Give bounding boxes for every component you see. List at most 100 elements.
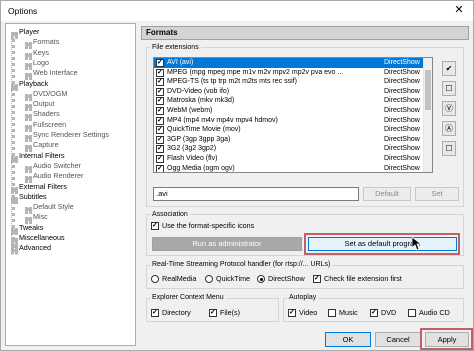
rtsp-directshow-radio[interactable]: DirectShow — [257, 274, 311, 284]
cancel-button[interactable]: Cancel — [375, 332, 421, 347]
autoplay-music-checkbox[interactable]: Music — [328, 308, 366, 318]
run-as-admin-button[interactable]: Run as administrator — [152, 237, 302, 251]
autoplay-audiocd-checkbox[interactable]: Audio CD — [408, 308, 458, 318]
tree-item[interactable]: Default Style — [33, 202, 74, 212]
radio-circle[interactable] — [151, 275, 159, 283]
format-checkbox[interactable] — [156, 116, 164, 125]
list-item[interactable]: MPEG (mpg mpeg mpe m1v m2v mpv2 mp2v pva… — [154, 68, 432, 77]
options-tree: Player Formats Keys Logo Web Interface Playba… — [5, 23, 136, 346]
tree-item[interactable]: Shaders — [33, 109, 60, 119]
tree-item[interactable]: Audio Switcher — [33, 161, 81, 171]
tree-item[interactable]: Logo — [33, 58, 49, 68]
formats-list[interactable]: Ogg Media (ogm ogv)DirectShowFlash Video… — [153, 57, 433, 173]
tree-item[interactable]: Output — [33, 99, 55, 109]
extension-input[interactable]: .avi — [153, 187, 359, 201]
autoplay-dvd-checkbox[interactable]: DVD — [370, 308, 406, 318]
tree-connector — [25, 114, 32, 119]
audio-formats-icon[interactable]: Ⓐ — [442, 121, 456, 136]
format-checkbox[interactable] — [156, 87, 164, 96]
explorer-files-checkbox[interactable]: File(s) — [209, 308, 259, 318]
check-extension-checkbox[interactable]: Check file extension first — [313, 274, 423, 284]
list-item[interactable]: QuickTime Movie (mov) DirectShow — [154, 125, 432, 135]
format-name: Ogg Media (ogm ogv) — [167, 164, 235, 172]
tree-item[interactable]: External Filters — [19, 182, 67, 192]
check-all-icon[interactable]: ✔ — [442, 61, 456, 76]
format-name: Flash Video (flv) — [167, 155, 218, 162]
formats-list-scrollbar[interactable] — [423, 58, 432, 172]
explorer-directory-checkbox[interactable]: Directory — [151, 308, 201, 318]
checkbox-box[interactable] — [328, 309, 336, 317]
list-item[interactable]: MP4 (mp4 m4v mp4v mpv4 hdmov) DirectShow — [154, 116, 432, 125]
tree-item[interactable]: Formats — [33, 37, 59, 47]
format-name: DVD-Video (vob ifo) — [167, 87, 230, 95]
checkbox-box[interactable] — [313, 274, 321, 284]
tree-item[interactable]: Fullscreen — [33, 120, 66, 130]
tree-item[interactable]: Web Interface — [33, 68, 78, 78]
list-item[interactable]: Flash Video (flv) DirectShow — [154, 154, 432, 164]
rtsp-option-label: QuickTime — [216, 274, 251, 283]
format-checkbox[interactable] — [156, 58, 164, 68]
format-checkbox[interactable] — [156, 144, 164, 154]
tree-item[interactable]: Player — [19, 27, 39, 37]
use-icons-checkbox[interactable]: Use the format-specific icons — [151, 221, 311, 231]
tree-connector — [25, 42, 32, 47]
format-checkbox[interactable] — [156, 135, 164, 144]
autoplay-video-checkbox[interactable]: Video — [288, 308, 326, 318]
rtsp-option-label: RealMedia — [162, 274, 197, 283]
list-item[interactable]: 3GP (3gp 3gpp 3ga) DirectShow — [154, 135, 432, 144]
tree-item[interactable]: Playback — [19, 79, 48, 89]
checkbox-box[interactable] — [408, 309, 416, 317]
mouse-cursor-icon — [411, 236, 423, 254]
format-checkbox[interactable] — [156, 77, 164, 87]
list-item[interactable]: 3G2 (3g2 3gp2) DirectShow — [154, 144, 432, 154]
list-item[interactable]: AVI (avi) DirectShow — [154, 58, 432, 68]
title-bar: Options ✕ — [1, 1, 473, 21]
format-type: DirectShow — [384, 135, 420, 143]
rtsp-quicktime-radio[interactable]: QuickTime — [205, 274, 255, 284]
tree-item[interactable]: DVD/OGM — [33, 89, 67, 99]
tree-item[interactable]: Internal Filters — [19, 151, 65, 161]
options-window: Options ✕ Player Formats Keys Logo Web Inter… — [0, 0, 474, 351]
tree-item[interactable]: Miscellaneous — [19, 233, 65, 243]
uncheck-icon[interactable]: ☐ — [442, 141, 456, 156]
checkbox-box[interactable] — [151, 308, 159, 318]
checkbox-box[interactable] — [288, 308, 296, 318]
tree-item[interactable]: Misc — [33, 212, 48, 222]
format-name: MPEG (mpg mpeg mpe m1v m2v mpv2 mp2v pva… — [167, 68, 344, 76]
autoplay-label: Autoplay — [287, 293, 319, 302]
checkbox-box[interactable] — [370, 308, 378, 318]
format-checkbox[interactable] — [156, 96, 164, 106]
tree-item[interactable]: Capture — [33, 140, 59, 150]
format-checkbox[interactable] — [156, 125, 164, 135]
list-item[interactable]: Matroska (mkv mk3d) DirectShow — [154, 96, 432, 106]
tree-item[interactable]: Keys — [33, 48, 49, 58]
tree-item[interactable]: Tweaks — [19, 223, 43, 233]
radio-circle[interactable] — [205, 275, 213, 283]
tree-item[interactable]: Audio Renderer — [33, 171, 83, 181]
list-item[interactable]: DVD-Video (vob ifo) DirectShow — [154, 87, 432, 96]
format-checkbox[interactable] — [156, 154, 164, 164]
format-checkbox[interactable] — [156, 106, 164, 116]
format-type: DirectShow — [384, 68, 420, 76]
list-item[interactable]: WebM (webm) DirectShow — [154, 106, 432, 116]
scrollbar-thumb[interactable] — [425, 70, 431, 110]
rtsp-realmedia-radio[interactable]: RealMedia — [151, 274, 201, 284]
format-checkbox[interactable] — [156, 164, 164, 172]
tree-item[interactable]: Advanced — [19, 243, 51, 253]
list-item[interactable]: Ogg Media (ogm ogv) DirectShow — [154, 164, 432, 172]
clear-all-icon[interactable]: ☐ — [442, 81, 456, 96]
tree-item[interactable]: Subtitles — [19, 192, 47, 202]
tree-item[interactable]: Sync Renderer Settings — [33, 130, 109, 140]
set-button[interactable]: Set — [415, 187, 459, 201]
video-formats-icon[interactable]: Ⓥ — [442, 101, 456, 116]
tree-connector — [25, 165, 32, 170]
ok-button[interactable]: OK — [325, 332, 371, 347]
default-button[interactable]: Default — [363, 187, 411, 201]
close-icon[interactable]: ✕ — [445, 1, 473, 21]
checkbox-box[interactable] — [209, 308, 217, 318]
format-checkbox[interactable] — [156, 68, 164, 77]
radio-circle[interactable] — [257, 275, 265, 283]
list-item[interactable]: MPEG-TS (ts tp trp m2t m2ts mts rec ssif… — [154, 77, 432, 87]
checkbox-box[interactable] — [151, 221, 159, 231]
format-name: 3GP (3gp 3gpp 3ga) — [167, 135, 231, 143]
